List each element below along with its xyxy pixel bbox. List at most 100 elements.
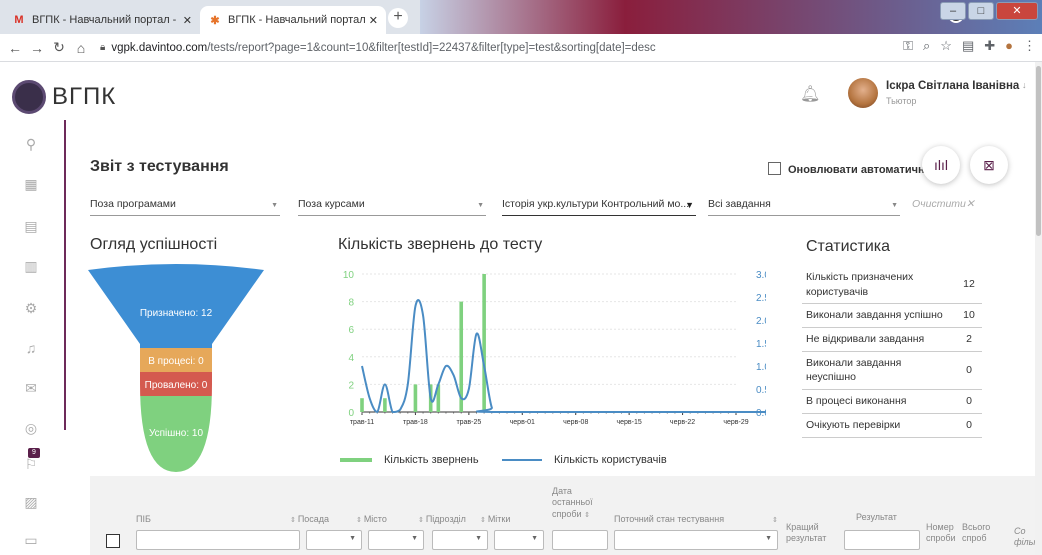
maximize-button[interactable]: □ (968, 2, 994, 20)
sort-icon: ⇕ (584, 511, 590, 519)
y-left-tick-label: 8 (348, 298, 354, 309)
auto-refresh-checkbox[interactable] (768, 162, 781, 175)
sort-icon: ⇕ (480, 517, 488, 524)
legend-bar-swatch (340, 458, 372, 462)
stats-row-value: 0 (966, 395, 972, 408)
stats-row-value: 0 (966, 364, 972, 377)
col-position[interactable]: ⇕ Посада (290, 514, 329, 524)
stats-row-value: 10 (963, 309, 975, 322)
funnel-success-label: Успішно: 10 (149, 428, 204, 439)
window-close-button[interactable]: ✕ (996, 2, 1038, 20)
joomla-icon: ✱ (210, 14, 220, 27)
col-total[interactable]: Всього спроб (962, 522, 996, 545)
funnel-assigned[interactable] (86, 264, 266, 348)
close-tab-icon[interactable]: ✕ (369, 14, 378, 27)
state-filter-select[interactable]: ▼ (614, 530, 778, 550)
user-name[interactable]: Іскра Світлана Іванівна (886, 80, 1019, 92)
url-field[interactable]: 🔒︎ vgpk.davintoo.com/tests/report?page=1… (100, 42, 656, 54)
sidebar-item-tasks-icon[interactable]: ⚐ (22, 456, 40, 474)
city-filter-select[interactable]: ▼ (368, 530, 424, 550)
user-menu-caret-icon[interactable]: ↓ (1022, 80, 1027, 90)
avatar[interactable] (848, 78, 878, 108)
x-tick-label: черв-22 (670, 419, 695, 426)
browser-tab-gmail[interactable]: M ВГПК - Навчальний портал - На ✕ (4, 6, 200, 34)
clear-filters-label: Очистити (912, 198, 966, 210)
col-city[interactable]: ⇕ Місто (356, 514, 387, 524)
clear-filters-button[interactable]: Очистити✕ (912, 198, 975, 210)
col-division[interactable]: ⇕ Підрозділ (418, 514, 466, 524)
export-chart-button[interactable]: ılıl (922, 146, 960, 184)
chevron-down-icon: ▼ (765, 535, 772, 542)
logo[interactable]: ВГПК (12, 80, 116, 114)
tasks-filter[interactable]: Всі завдання ▼ (708, 198, 900, 216)
col-last-attempt[interactable]: Дата останньої спроби ⇕ (552, 486, 604, 520)
col-result[interactable]: Результат (856, 512, 897, 522)
select-all-checkbox[interactable] (106, 534, 120, 548)
stats-title: Статистика (806, 238, 891, 255)
y-right-tick-label: 2.5 (756, 293, 766, 304)
sidebar-item-archive-icon[interactable]: ▭ (22, 532, 40, 550)
x-tick-label: черв-01 (510, 419, 535, 426)
col-name[interactable]: ПІБ (136, 514, 151, 524)
col-tags[interactable]: ⇕ Мітки (480, 514, 510, 524)
stats-row-label: В процесі виконання (806, 395, 907, 408)
stats-row-label: Очікують перевірки (806, 418, 901, 431)
sidebar-item-settings-icon[interactable]: ⚙ (22, 300, 40, 318)
sidebar-item-org-icon[interactable]: ⚲ (22, 136, 40, 154)
forward-icon[interactable]: → (26, 40, 48, 56)
test-filter[interactable]: Історія укр.культури Контрольний мо... ▼ (502, 198, 696, 216)
stats-row-label: Не відкривали завдання (806, 333, 925, 346)
tab-title: ВГПК - Навчальний портал - На (32, 14, 179, 26)
star-icon[interactable]: ☆ (940, 38, 952, 54)
url-host: vgpk.davintoo.com (111, 41, 208, 54)
courses-filter[interactable]: Поза курсами ▼ (298, 198, 486, 216)
sidebar-item-documents-icon[interactable]: ▤ (22, 218, 40, 236)
tags-filter-select[interactable]: ▼ (494, 530, 544, 550)
export-excel-button[interactable]: ⊠ (970, 146, 1008, 184)
chevron-down-icon: ▼ (477, 202, 484, 209)
sidebar-item-calendar-icon[interactable]: ▥ (22, 258, 40, 276)
home-icon[interactable]: ⌂ (70, 40, 92, 56)
sidebar-item-courses-icon[interactable]: ▦ (22, 176, 40, 194)
division-filter-select[interactable]: ▼ (432, 530, 488, 550)
col-attempt-no[interactable]: Номер спроби (926, 522, 960, 545)
sidebar-item-notifications-icon[interactable]: ♫ (22, 340, 40, 358)
scrollbar-thumb[interactable] (1036, 66, 1041, 236)
col-state[interactable]: Поточний стан тестування (614, 514, 724, 524)
new-tab-button[interactable]: + (388, 8, 408, 28)
x-tick-label: черв-15 (617, 419, 642, 426)
key-icon[interactable]: ⚿ (903, 38, 913, 54)
back-icon[interactable]: ← (4, 40, 26, 56)
y-right-tick-label: 2.0 (756, 316, 766, 327)
zoom-icon[interactable]: ⌕ (923, 38, 930, 54)
name-filter-input[interactable] (136, 530, 300, 550)
minimize-button[interactable]: – (940, 2, 966, 20)
sidebar-item-messages-icon[interactable]: ✉ (22, 380, 40, 398)
close-tab-icon[interactable]: ✕ (183, 14, 192, 27)
sidebar-item-support-icon[interactable]: ◎ (22, 420, 40, 438)
window-controls: – □ ✕ (940, 2, 1038, 20)
col-state-sort[interactable]: ⇕ (772, 514, 778, 524)
page-scrollbar[interactable] (1035, 62, 1042, 555)
chart-export-icon: ılıl (934, 157, 948, 173)
profile-avatar-icon[interactable]: ● (1005, 38, 1013, 54)
result-filter-input[interactable] (844, 530, 920, 550)
menu-icon[interactable]: ⋮ (1023, 38, 1036, 54)
x-tick-label: трав-11 (350, 419, 374, 426)
series-line (361, 299, 766, 414)
auto-refresh-label[interactable]: Оновлювати автоматично (788, 164, 931, 176)
chevron-down-icon: ▼ (349, 535, 356, 542)
stats-row-value: 2 (966, 333, 972, 346)
date-filter-input[interactable] (552, 530, 608, 550)
browser-tab-active[interactable]: ✱ ВГПК - Навчальний портал ✕ (200, 6, 386, 34)
sidebar-item-reports-icon[interactable]: ▨ (22, 494, 40, 512)
reader-icon[interactable]: ▤ (962, 38, 974, 54)
notifications-bell-icon[interactable]: 🔔︎ (800, 84, 820, 104)
programs-filter[interactable]: Поза програмами ▼ (90, 198, 280, 216)
extensions-icon[interactable]: ✚ (984, 38, 995, 54)
position-filter-select[interactable]: ▼ (306, 530, 362, 550)
reload-icon[interactable]: ↻ (48, 39, 70, 56)
x-tick-label: черв-29 (723, 419, 748, 426)
col-best[interactable]: Кращий результат (786, 522, 846, 545)
stats-row: Не відкривали завдання 2 (802, 328, 982, 352)
